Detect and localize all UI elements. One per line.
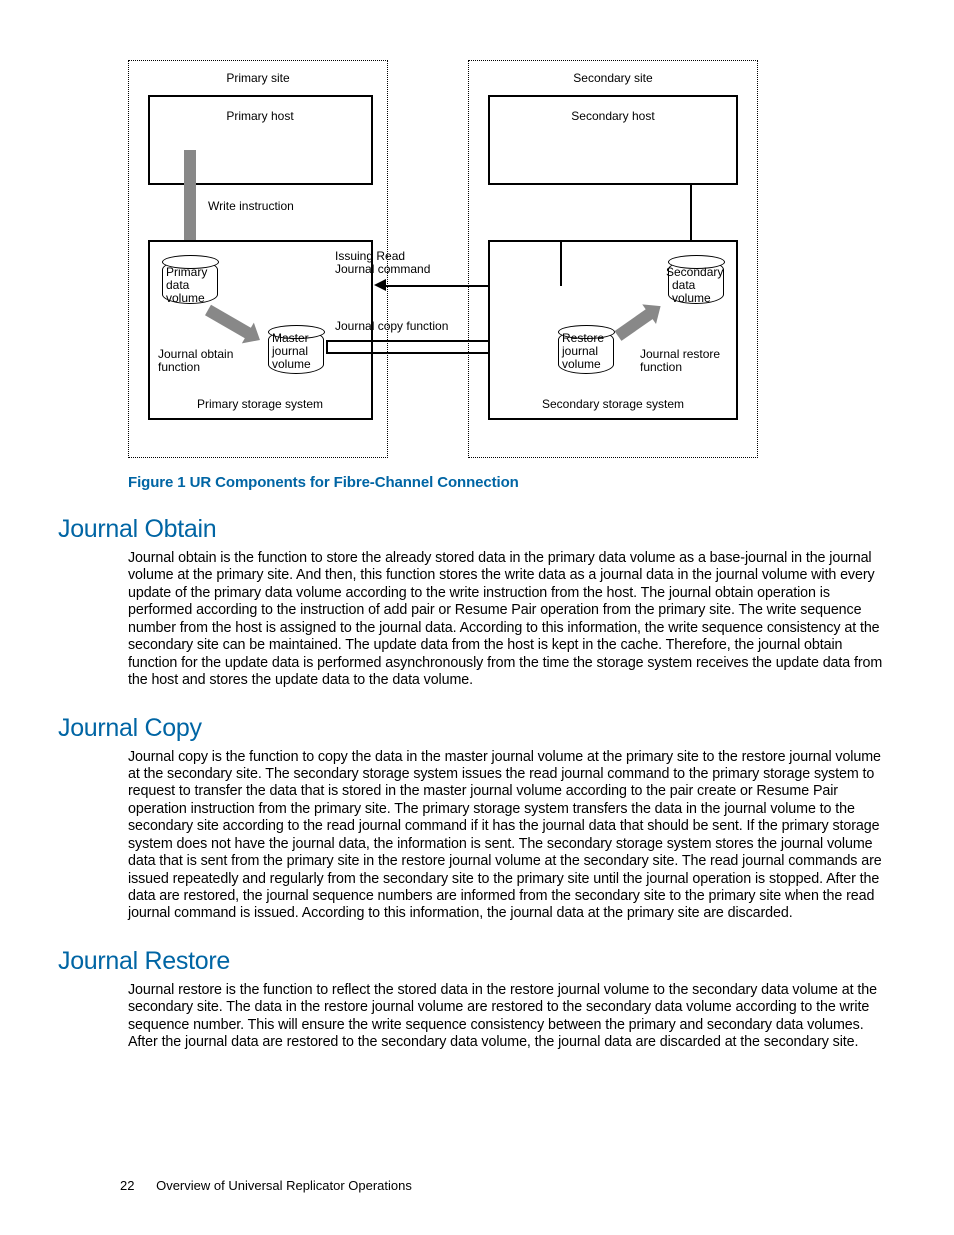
secondary-host-label: Secondary host xyxy=(571,110,654,123)
read-cmd-arrowhead xyxy=(374,279,386,291)
copy-line-left xyxy=(326,340,328,353)
primary-site-label: Primary site xyxy=(226,72,289,85)
section-heading-journal-copy: Journal Copy xyxy=(58,714,884,743)
issuing-read-l2: Journal command xyxy=(335,263,430,276)
write-instruction-label: Write instruction xyxy=(208,200,294,213)
section-heading-journal-restore: Journal Restore xyxy=(58,947,884,976)
figure-container: Primary site Primary host Write instruct… xyxy=(128,60,758,491)
primary-storage-label: Primary storage system xyxy=(197,398,323,411)
section-heading-journal-obtain: Journal Obtain xyxy=(58,515,884,544)
figure-diagram: Primary site Primary host Write instruct… xyxy=(128,60,758,460)
write-arrow xyxy=(184,150,196,250)
section-body-journal-obtain: Journal obtain is the function to store … xyxy=(128,550,884,690)
journal-obtain-function-l2: function xyxy=(158,361,200,374)
secondary-site-label: Secondary site xyxy=(573,72,652,85)
master-journal-l3: volume xyxy=(272,358,311,371)
figure-caption: Figure 1 UR Components for Fibre-Channel… xyxy=(128,474,758,491)
secondary-host-connector xyxy=(690,185,692,240)
section-body-journal-restore: Journal restore is the function to refle… xyxy=(128,982,884,1052)
journal-restore-function-l2: function xyxy=(640,361,682,374)
primary-host-label: Primary host xyxy=(226,110,293,123)
journal-copy-function-label: Journal copy function xyxy=(335,320,448,333)
primary-data-volume-l3: volume xyxy=(166,292,205,305)
read-cmd-up xyxy=(560,242,562,286)
secondary-data-volume-l3: volume xyxy=(672,292,711,305)
footer-title: Overview of Universal Replicator Operati… xyxy=(156,1178,412,1193)
secondary-storage-label: Secondary storage system xyxy=(542,398,684,411)
section-body-journal-copy: Journal copy is the function to copy the… xyxy=(128,749,884,923)
page-number: 22 xyxy=(120,1178,134,1193)
page-footer: 22 Overview of Universal Replicator Oper… xyxy=(120,1178,412,1193)
page: Primary site Primary host Write instruct… xyxy=(0,0,954,1235)
restore-journal-l3: volume xyxy=(562,358,601,371)
